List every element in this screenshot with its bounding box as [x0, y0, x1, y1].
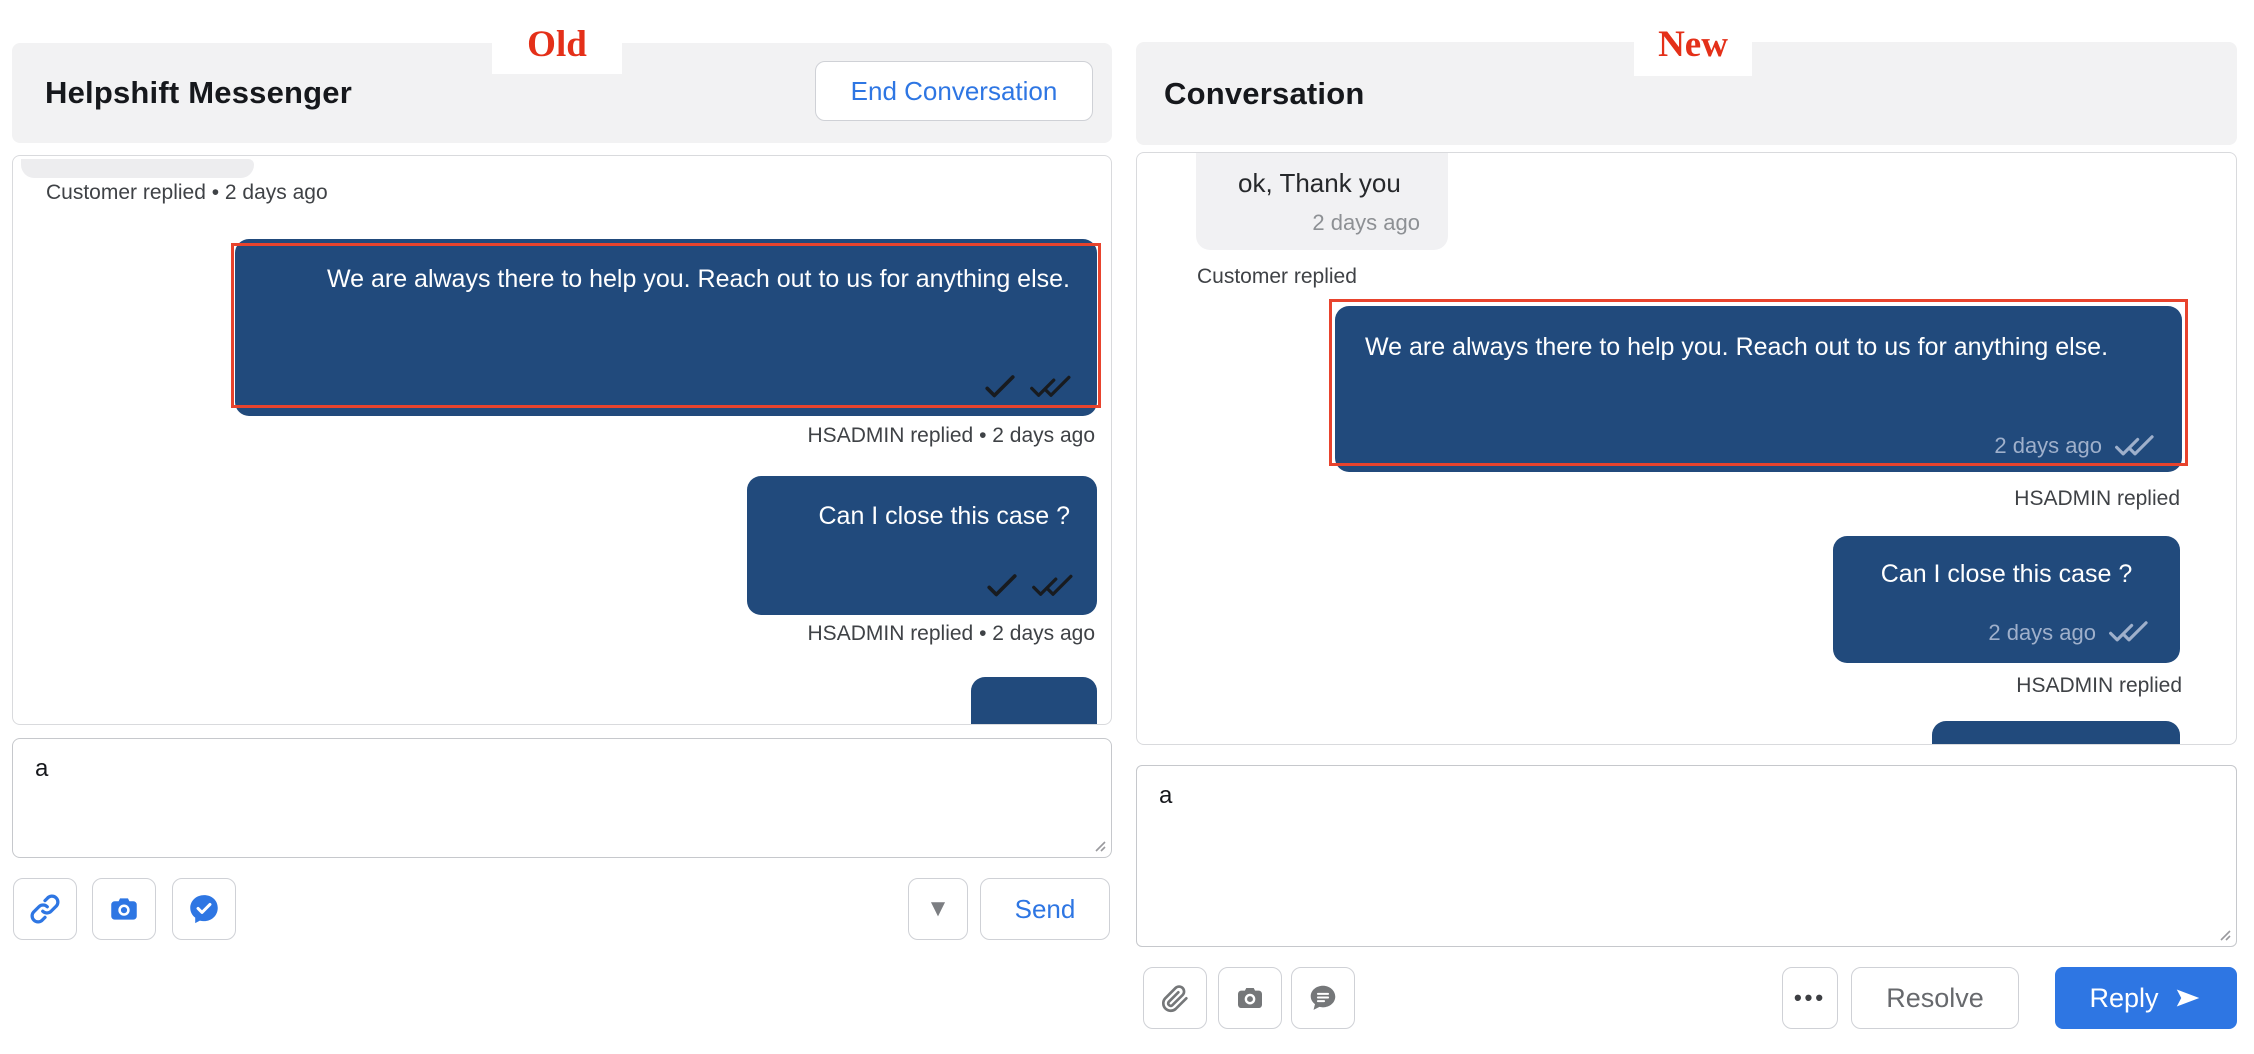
attach-image-button[interactable]	[1218, 967, 1282, 1029]
resize-handle[interactable]	[1090, 836, 1106, 852]
new-reply-composer: a	[1136, 765, 2237, 947]
old-chat-scroll-area[interactable]: Customer replied • 2 days ago We are alw…	[12, 155, 1112, 725]
message-timestamp: 2 days ago	[1988, 616, 2096, 649]
customer-message-text: ok, Thank you	[1238, 168, 1420, 199]
admin-message-text: Can I close this case ?	[747, 476, 1097, 556]
sent-check-icon	[985, 573, 1019, 599]
hsadmin-replied-meta: HSADMIN replied • 2 days ago	[808, 622, 1095, 646]
messenger-channel-button[interactable]	[172, 878, 236, 940]
end-conversation-label: End Conversation	[851, 76, 1058, 107]
message-timestamp: 2 days ago	[1994, 433, 2102, 459]
resize-handle[interactable]	[2215, 925, 2231, 941]
admin-message-annotated: We are always there to help you. Reach o…	[235, 239, 1097, 416]
comparison-page: Helpshift Messenger End Conversation Old…	[0, 0, 2254, 1054]
quick-replies-button[interactable]	[1291, 967, 1355, 1029]
admin-message-bubble: Can I close this case ?	[747, 476, 1097, 615]
insert-link-button[interactable]	[13, 878, 77, 940]
resolve-label: Resolve	[1886, 983, 1984, 1014]
more-options-button[interactable]: •••	[1782, 967, 1838, 1029]
old-reply-input[interactable]: a	[13, 739, 1111, 857]
customer-replied-meta: Customer replied • 2 days ago	[46, 181, 328, 205]
admin-message-annotated: We are always there to help you. Reach o…	[1335, 306, 2182, 472]
delivery-status-icons	[985, 573, 1075, 599]
new-reply-input[interactable]: a	[1137, 766, 2236, 946]
admin-message-text: We are always there to help you. Reach o…	[1365, 333, 2108, 361]
customer-replied-meta: Customer replied	[1197, 265, 1357, 289]
chat-lines-icon	[1307, 982, 1339, 1014]
camera-icon	[1234, 982, 1266, 1014]
new-annotation-label: New	[1634, 14, 1752, 76]
read-double-check-icon	[1031, 573, 1075, 599]
admin-message-bubble: We are always there to help you. Reach o…	[235, 239, 1097, 416]
admin-message-bubble: Can I close this case ? 2 days ago	[1833, 536, 2180, 663]
end-conversation-button[interactable]: End Conversation	[815, 61, 1093, 121]
chevron-down-icon: ▼	[926, 895, 950, 923]
hsadmin-replied-meta: HSADMIN replied	[2014, 487, 2180, 511]
paperclip-icon	[1159, 982, 1191, 1014]
send-button[interactable]: Send	[980, 878, 1110, 940]
hsadmin-replied-meta: HSADMIN replied	[2016, 674, 2182, 698]
partially-scrolled-bubble	[1932, 721, 2180, 745]
message-timestamp: 2 days ago	[1238, 210, 1420, 236]
delivery-status-icons	[983, 374, 1073, 400]
reply-label: Reply	[2089, 983, 2158, 1014]
message-status-row: 2 days ago	[1994, 433, 2156, 459]
partially-scrolled-bubble	[971, 677, 1097, 725]
old-reply-composer: a	[12, 738, 1112, 858]
read-double-check-icon	[1029, 374, 1073, 400]
messenger-check-icon	[187, 892, 221, 926]
new-chat-scroll-area[interactable]: ok, Thank you 2 days ago Customer replie…	[1136, 152, 2237, 745]
sent-check-icon	[983, 374, 1017, 400]
hsadmin-replied-meta: HSADMIN replied • 2 days ago	[808, 424, 1095, 448]
customer-message-bubble: ok, Thank you 2 days ago	[1196, 153, 1448, 250]
resolve-button[interactable]: Resolve	[1851, 967, 2019, 1029]
camera-icon	[107, 892, 141, 926]
ellipsis-icon: •••	[1794, 985, 1826, 1011]
old-annotation-label: Old	[492, 14, 622, 74]
link-icon	[28, 892, 62, 926]
send-options-dropdown[interactable]: ▼	[908, 878, 968, 940]
message-status-row: 2 days ago	[1988, 616, 2150, 649]
read-double-check-icon	[2108, 619, 2150, 645]
reply-button[interactable]: Reply	[2055, 967, 2237, 1029]
admin-message-text: We are always there to help you. Reach o…	[327, 265, 1070, 293]
attach-image-button[interactable]	[92, 878, 156, 940]
attach-file-button[interactable]	[1143, 967, 1207, 1029]
send-label: Send	[1015, 894, 1076, 925]
send-plane-icon	[2173, 983, 2203, 1013]
admin-message-text: Can I close this case ?	[1833, 536, 2180, 612]
truncated-message-sliver	[21, 159, 254, 178]
read-double-check-icon	[2114, 433, 2156, 459]
new-panel-title: Conversation	[1164, 76, 1365, 112]
old-panel-title: Helpshift Messenger	[45, 75, 352, 111]
